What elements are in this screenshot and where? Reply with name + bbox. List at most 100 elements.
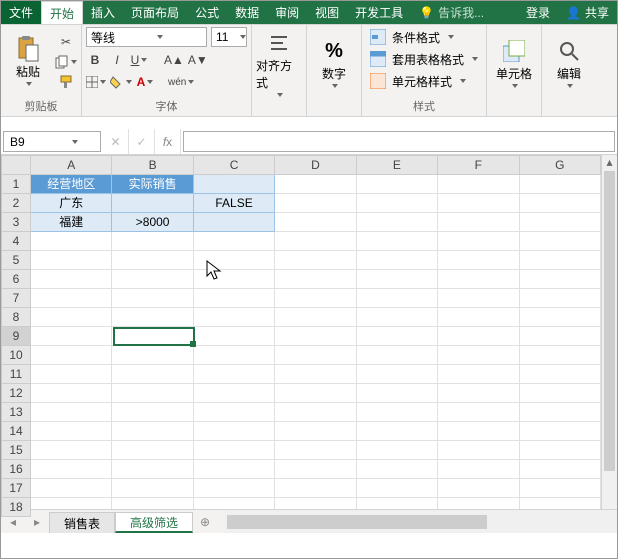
cell-C16[interactable] bbox=[194, 460, 275, 479]
cell-C10[interactable] bbox=[194, 346, 275, 365]
cell-G8[interactable] bbox=[520, 308, 601, 327]
cell-D6[interactable] bbox=[275, 270, 356, 289]
cell-E5[interactable] bbox=[357, 251, 438, 270]
cell-D9[interactable] bbox=[275, 327, 356, 346]
cell-C12[interactable] bbox=[194, 384, 275, 403]
tab-review[interactable]: 审阅 bbox=[267, 1, 307, 24]
tab-formulas[interactable]: 公式 bbox=[187, 1, 227, 24]
cell-A6[interactable] bbox=[31, 270, 112, 289]
font-size-input[interactable] bbox=[216, 30, 234, 44]
table-format-button[interactable]: 套用表格格式 bbox=[366, 49, 482, 69]
share-button[interactable]: 👤共享 bbox=[558, 1, 617, 24]
cell-F9[interactable] bbox=[438, 327, 519, 346]
cell-F12[interactable] bbox=[438, 384, 519, 403]
cell-C9[interactable] bbox=[194, 327, 275, 346]
cell-B10[interactable] bbox=[112, 346, 193, 365]
login-button[interactable]: 登录 bbox=[518, 1, 558, 24]
row-header-17[interactable]: 17 bbox=[1, 479, 31, 498]
cell-G12[interactable] bbox=[520, 384, 601, 403]
cell-F8[interactable] bbox=[438, 308, 519, 327]
format-painter-button[interactable] bbox=[55, 73, 77, 91]
row-header-3[interactable]: 3 bbox=[1, 213, 31, 232]
cell-F15[interactable] bbox=[438, 441, 519, 460]
cell-F17[interactable] bbox=[438, 479, 519, 498]
cell-E8[interactable] bbox=[357, 308, 438, 327]
col-header-E[interactable]: E bbox=[357, 155, 438, 175]
cell-G18[interactable] bbox=[520, 498, 601, 509]
col-header-F[interactable]: F bbox=[438, 155, 519, 175]
sheet-tab-2[interactable]: 高级筛选 bbox=[115, 512, 193, 533]
cell-D2[interactable] bbox=[275, 194, 356, 213]
cell-A4[interactable] bbox=[31, 232, 112, 251]
cell-G15[interactable] bbox=[520, 441, 601, 460]
new-sheet-button[interactable]: ⊕ bbox=[193, 510, 217, 533]
cell-A3[interactable]: 福建 bbox=[31, 213, 112, 232]
cell-B17[interactable] bbox=[112, 479, 193, 498]
copy-button[interactable] bbox=[55, 53, 77, 71]
row-header-18[interactable]: 18 bbox=[1, 498, 31, 517]
cell-A13[interactable] bbox=[31, 403, 112, 422]
cell-D5[interactable] bbox=[275, 251, 356, 270]
italic-button[interactable]: I bbox=[108, 51, 126, 69]
cell-C2[interactable]: FALSE bbox=[194, 194, 275, 213]
cell-B14[interactable] bbox=[112, 422, 193, 441]
cell-C15[interactable] bbox=[194, 441, 275, 460]
col-header-G[interactable]: G bbox=[520, 155, 601, 175]
cell-G9[interactable] bbox=[520, 327, 601, 346]
row-header-8[interactable]: 8 bbox=[1, 308, 31, 327]
cell-E1[interactable] bbox=[357, 175, 438, 194]
cell-C8[interactable] bbox=[194, 308, 275, 327]
cell-E10[interactable] bbox=[357, 346, 438, 365]
row-header-9[interactable]: 9 bbox=[1, 327, 31, 346]
phonetic-button[interactable]: wén bbox=[168, 73, 194, 91]
row-header-4[interactable]: 4 bbox=[1, 232, 31, 251]
cell-G5[interactable] bbox=[520, 251, 601, 270]
tab-file[interactable]: 文件 bbox=[1, 1, 41, 24]
cell-D18[interactable] bbox=[275, 498, 356, 509]
cell-E6[interactable] bbox=[357, 270, 438, 289]
cell-E9[interactable] bbox=[357, 327, 438, 346]
row-header-7[interactable]: 7 bbox=[1, 289, 31, 308]
cell-B15[interactable] bbox=[112, 441, 193, 460]
cell-C13[interactable] bbox=[194, 403, 275, 422]
cell-D11[interactable] bbox=[275, 365, 356, 384]
cell-A8[interactable] bbox=[31, 308, 112, 327]
row-header-6[interactable]: 6 bbox=[1, 270, 31, 289]
cell-F5[interactable] bbox=[438, 251, 519, 270]
cell-B18[interactable] bbox=[112, 498, 193, 509]
col-header-D[interactable]: D bbox=[275, 155, 356, 175]
cell-D12[interactable] bbox=[275, 384, 356, 403]
cell-A12[interactable] bbox=[31, 384, 112, 403]
cell-D17[interactable] bbox=[275, 479, 356, 498]
cell-F11[interactable] bbox=[438, 365, 519, 384]
cell-D7[interactable] bbox=[275, 289, 356, 308]
cell-D15[interactable] bbox=[275, 441, 356, 460]
increase-font-button[interactable]: A▲ bbox=[164, 51, 184, 69]
cell-F16[interactable] bbox=[438, 460, 519, 479]
editing-button[interactable]: 编辑 bbox=[546, 27, 592, 100]
col-header-A[interactable]: A bbox=[31, 155, 112, 175]
cell-E17[interactable] bbox=[357, 479, 438, 498]
cell-E15[interactable] bbox=[357, 441, 438, 460]
formula-input[interactable] bbox=[183, 131, 615, 152]
tab-insert[interactable]: 插入 bbox=[83, 1, 123, 24]
row-header-12[interactable]: 12 bbox=[1, 384, 31, 403]
cell-C1[interactable] bbox=[194, 175, 275, 194]
cell-E13[interactable] bbox=[357, 403, 438, 422]
scroll-thumb[interactable] bbox=[604, 171, 615, 471]
cell-F3[interactable] bbox=[438, 213, 519, 232]
font-color-button[interactable]: A bbox=[136, 73, 154, 91]
row-header-2[interactable]: 2 bbox=[1, 194, 31, 213]
cell-A9[interactable] bbox=[31, 327, 112, 346]
tab-view[interactable]: 视图 bbox=[307, 1, 347, 24]
cell-B9[interactable] bbox=[112, 327, 193, 346]
cell-B16[interactable] bbox=[112, 460, 193, 479]
cell-F18[interactable] bbox=[438, 498, 519, 509]
cell-C3[interactable] bbox=[194, 213, 275, 232]
row-header-16[interactable]: 16 bbox=[1, 460, 31, 479]
cell-A10[interactable] bbox=[31, 346, 112, 365]
cell-F1[interactable] bbox=[438, 175, 519, 194]
paste-button[interactable]: 粘贴 bbox=[5, 27, 51, 96]
cell-E2[interactable] bbox=[357, 194, 438, 213]
row-header-11[interactable]: 11 bbox=[1, 365, 31, 384]
